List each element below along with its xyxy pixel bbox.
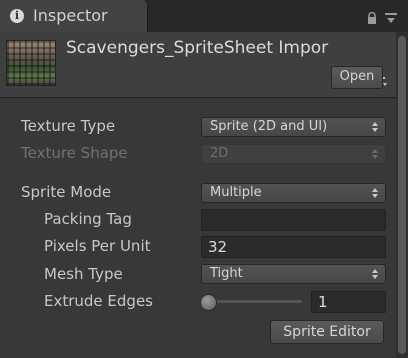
- sprite-editor-button[interactable]: Sprite Editor: [270, 320, 384, 344]
- mesh-type-value: Tight: [210, 266, 243, 281]
- texture-type-label: Texture Type: [21, 117, 116, 135]
- dropdown-arrows-icon: [372, 122, 378, 132]
- packing-tag-input[interactable]: [201, 209, 386, 231]
- texture-shape-label: Texture Shape: [21, 144, 128, 162]
- dropdown-arrows-icon: [372, 269, 378, 279]
- dropdown-arrows-icon: [372, 188, 378, 198]
- texture-type-value: Sprite (2D and UI): [210, 119, 328, 134]
- sprite-mode-dropdown[interactable]: Multiple: [201, 183, 386, 203]
- tab-menu-icon[interactable]: [385, 12, 397, 24]
- open-button[interactable]: Open: [331, 66, 383, 89]
- tab-bar: i Inspector: [0, 0, 408, 32]
- extrude-edges-slider-track[interactable]: [208, 300, 302, 303]
- asset-title: Scavengers_SpriteSheet Impor: [66, 38, 329, 58]
- scroll-thumb[interactable]: [398, 36, 406, 354]
- vertical-scrollbar[interactable]: [396, 32, 408, 358]
- texture-shape-dropdown: 2D: [201, 144, 386, 164]
- sprite-mode-value: Multiple: [210, 185, 262, 200]
- info-icon: i: [10, 9, 24, 23]
- extrude-edges-slider-knob[interactable]: [200, 294, 217, 311]
- packing-tag-label: Packing Tag: [44, 210, 132, 228]
- pixels-per-unit-input[interactable]: 32: [201, 236, 386, 258]
- pixels-per-unit-label: Pixels Per Unit: [44, 237, 151, 255]
- extrude-edges-label: Extrude Edges: [44, 292, 153, 310]
- dropdown-arrows-icon: [372, 149, 378, 159]
- extrude-edges-input[interactable]: 1: [311, 291, 386, 313]
- mesh-type-label: Mesh Type: [44, 265, 123, 283]
- texture-shape-value: 2D: [210, 146, 229, 161]
- sprite-sheet-thumbnail: [6, 40, 56, 86]
- lock-icon[interactable]: [367, 12, 377, 24]
- texture-type-dropdown[interactable]: Sprite (2D and UI): [201, 117, 386, 137]
- tab-label: Inspector: [33, 6, 108, 25]
- mesh-type-dropdown[interactable]: Tight: [201, 264, 386, 284]
- tab-inspector[interactable]: i Inspector: [0, 0, 148, 32]
- sprite-mode-label: Sprite Mode: [21, 183, 112, 201]
